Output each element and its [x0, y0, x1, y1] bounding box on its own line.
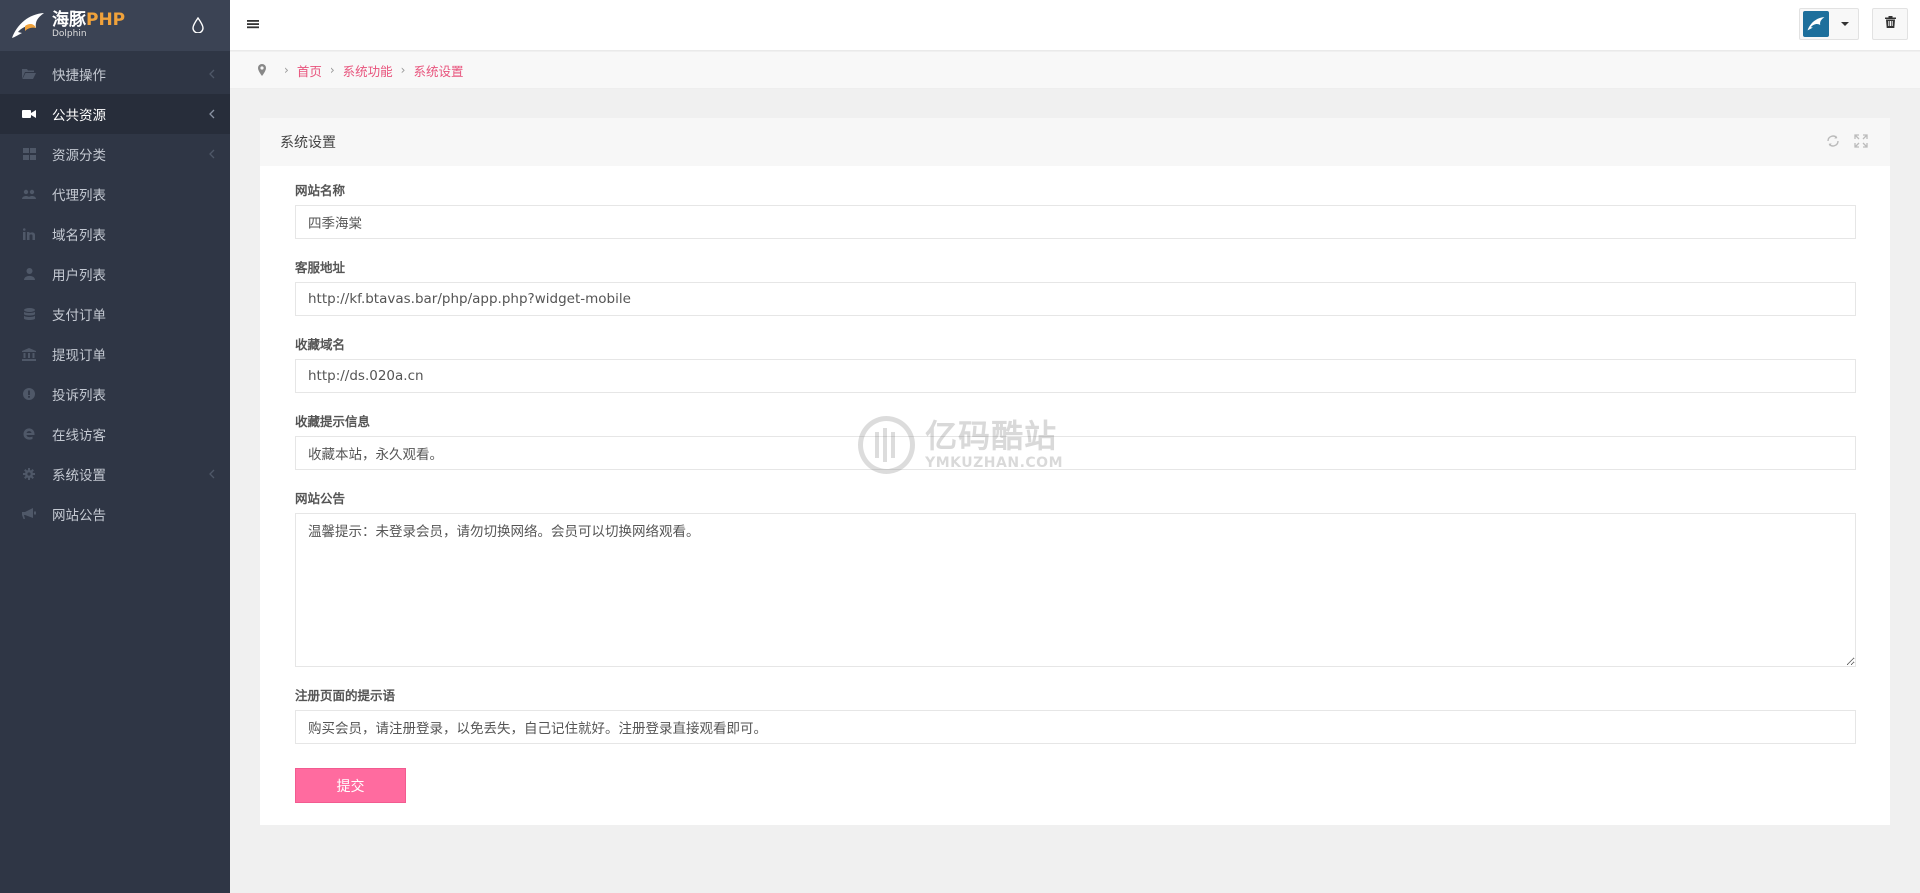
linkedin-icon — [22, 227, 36, 241]
sidebar-item-label: 公共资源 — [52, 108, 106, 124]
bank-icon — [22, 347, 36, 361]
breadcrumb-separator: › — [284, 63, 289, 77]
sidebar-item-label: 代理列表 — [52, 188, 106, 204]
internet-explorer-icon — [22, 427, 36, 441]
breadcrumb-separator: › — [329, 63, 335, 77]
bookmark-domain-label: 收藏域名 — [295, 337, 346, 352]
register-tip-input[interactable] — [295, 710, 1856, 744]
sidebar-item-payment-orders[interactable]: 支付订单 — [0, 294, 230, 334]
announcement-label: 网站公告 — [295, 491, 346, 506]
sidebar-item-label: 域名列表 — [52, 228, 106, 244]
panel-tools — [1826, 134, 1868, 148]
sidebar-item-online-visitors[interactable]: 在线访客 — [0, 414, 230, 454]
brand-name-php: PHP — [86, 10, 126, 30]
brand-name: 海豚PHP — [52, 12, 125, 29]
site-name-label: 网站名称 — [295, 183, 346, 198]
trash-icon — [1884, 16, 1896, 32]
sidebar-item-withdraw-orders[interactable]: 提现订单 — [0, 334, 230, 374]
field-bookmark-tip: 收藏提示信息 — [295, 415, 1856, 470]
sidebar-item-complaint-list[interactable]: 投诉列表 — [0, 374, 230, 414]
sidebar-item-resource-categories[interactable]: 资源分类 — [0, 134, 230, 174]
refresh-icon[interactable] — [1826, 134, 1840, 148]
sidebar-item-label: 支付订单 — [52, 308, 106, 324]
sidebar: 海豚PHP Dolphin 快捷操作 公共资源 资源分类 代理列表 域名列表 用… — [0, 0, 230, 893]
menu-toggle-icon[interactable] — [246, 17, 262, 33]
sidebar-item-site-announcement[interactable]: 网站公告 — [0, 494, 230, 534]
sidebar-item-domain-list[interactable]: 域名列表 — [0, 214, 230, 254]
bullhorn-icon — [22, 507, 36, 521]
exclamation-circle-icon — [22, 387, 36, 401]
breadcrumb-home[interactable]: 首页 — [297, 61, 322, 80]
sidebar-item-system-settings[interactable]: 系统设置 — [0, 454, 230, 494]
clear-cache-button[interactable] — [1872, 8, 1908, 40]
breadcrumb-system-functions[interactable]: 系统功能 — [343, 61, 393, 80]
sidebar-item-public-resources[interactable]: 公共资源 — [0, 94, 230, 134]
field-service-url: 客服地址 — [295, 261, 1856, 316]
submit-button[interactable]: 提交 — [295, 768, 406, 803]
breadcrumb-system-settings[interactable]: 系统设置 — [413, 61, 463, 80]
settings-panel: 系统设置 网站名称 客服地址 收藏域名 收藏提示信息 网站公告 — [260, 118, 1890, 825]
sidebar-menu: 快捷操作 公共资源 资源分类 代理列表 域名列表 用户列表 支付订单 提现订单 … — [0, 54, 230, 534]
panel-title: 系统设置 — [280, 135, 336, 151]
sidebar-item-agent-list[interactable]: 代理列表 — [0, 174, 230, 214]
map-marker-icon — [258, 64, 266, 76]
register-tip-label: 注册页面的提示语 — [295, 688, 396, 703]
sidebar-item-label: 用户列表 — [52, 268, 106, 284]
sidebar-item-label: 在线访客 — [52, 428, 106, 444]
sidebar-item-label: 快捷操作 — [52, 68, 106, 84]
brand-name-cn: 海豚 — [52, 10, 86, 30]
gear-icon — [22, 467, 36, 481]
user-menu-button[interactable] — [1799, 8, 1859, 40]
bookmark-domain-input[interactable] — [295, 359, 1856, 393]
chevron-left-icon — [208, 467, 216, 481]
brand-text: 海豚PHP Dolphin — [52, 12, 125, 39]
folder-open-icon — [22, 67, 36, 81]
field-register-tip: 注册页面的提示语 — [295, 689, 1856, 744]
top-header — [230, 0, 1920, 51]
sidebar-item-label: 提现订单 — [52, 348, 106, 364]
brand-bar: 海豚PHP Dolphin — [0, 0, 230, 51]
caret-down-icon — [1841, 22, 1849, 26]
theme-drop-icon[interactable] — [192, 16, 208, 35]
breadcrumb-separator: › — [400, 63, 406, 77]
grid-icon — [22, 147, 36, 161]
dolphin-logo-icon[interactable] — [8, 9, 48, 43]
user-icon — [22, 267, 36, 281]
announcement-textarea[interactable]: 温馨提示：未登录会员，请勿切换网络。会员可以切换网络观看。 — [295, 513, 1856, 667]
service-url-label: 客服地址 — [295, 260, 346, 275]
breadcrumb: › 首页 › 系统功能 › 系统设置 — [230, 52, 1920, 89]
video-camera-icon — [22, 107, 36, 121]
chevron-left-icon — [208, 147, 216, 161]
brand-sub: Dolphin — [52, 29, 87, 39]
sidebar-item-label: 资源分类 — [52, 148, 106, 164]
site-name-input[interactable] — [295, 205, 1856, 239]
sidebar-item-quick-actions[interactable]: 快捷操作 — [0, 54, 230, 94]
chevron-left-icon — [208, 107, 216, 121]
database-icon — [22, 307, 36, 321]
fullscreen-icon[interactable] — [1854, 134, 1868, 148]
panel-header: 系统设置 — [260, 118, 1890, 166]
chevron-left-icon — [208, 67, 216, 81]
users-icon — [22, 187, 36, 201]
field-bookmark-domain: 收藏域名 — [295, 338, 1856, 393]
service-url-input[interactable] — [295, 282, 1856, 316]
bookmark-tip-input[interactable] — [295, 436, 1856, 470]
bookmark-tip-label: 收藏提示信息 — [295, 414, 371, 429]
sidebar-item-label: 投诉列表 — [52, 388, 106, 404]
field-site-name: 网站名称 — [295, 184, 1856, 239]
sidebar-item-user-list[interactable]: 用户列表 — [0, 254, 230, 294]
field-announcement: 网站公告 温馨提示：未登录会员，请勿切换网络。会员可以切换网络观看。 — [295, 492, 1856, 671]
sidebar-item-label: 网站公告 — [52, 508, 106, 524]
avatar — [1803, 11, 1829, 37]
sidebar-item-label: 系统设置 — [52, 468, 106, 484]
